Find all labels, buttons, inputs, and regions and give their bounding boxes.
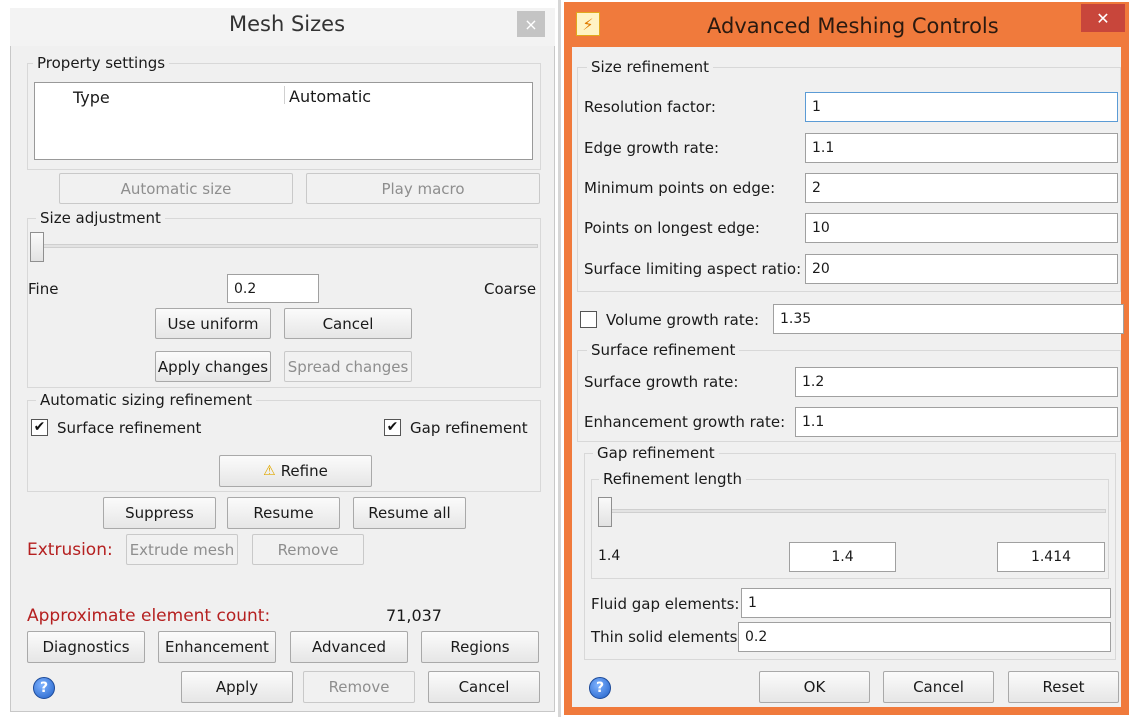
gap-refinement-title: Gap refinement (593, 444, 719, 462)
longest-edge-label: Points on longest edge: (584, 219, 760, 237)
column-header-type: Type (73, 88, 110, 107)
aspect-ratio-label: Surface limiting aspect ratio: (584, 260, 802, 278)
size-refinement-title: Size refinement (587, 58, 714, 76)
size-value-input[interactable]: 0.2 (227, 274, 319, 303)
spread-changes-button[interactable]: Spread changes (284, 351, 412, 382)
auto-refinement-title: Automatic sizing refinement (36, 391, 256, 409)
surface-refinement-checkbox[interactable]: ✔ (31, 419, 48, 436)
resume-button[interactable]: Resume (227, 497, 340, 529)
refinement-slider-thumb[interactable] (598, 497, 612, 527)
refine-button[interactable]: ⚠ Refine (219, 455, 372, 487)
remove-extrusion-button[interactable]: Remove (252, 534, 364, 565)
resolution-factor-input[interactable]: 1 (805, 92, 1118, 122)
size-slider-thumb[interactable] (30, 232, 44, 262)
resume-all-button[interactable]: Resume all (353, 497, 466, 529)
refinement-slider-track[interactable] (598, 509, 1106, 513)
longest-edge-input[interactable]: 10 (805, 213, 1118, 243)
fine-label: Fine (28, 280, 59, 298)
enhancement-button[interactable]: Enhancement (158, 631, 276, 663)
advanced-help-icon[interactable]: ? (589, 677, 611, 699)
fluid-gap-input[interactable]: 1 (741, 588, 1111, 618)
mesh-sizes-title: Mesh Sizes (229, 12, 346, 36)
refine-label: Refine (280, 462, 328, 480)
property-settings-title: Property settings (33, 54, 170, 72)
help-icon[interactable]: ? (33, 677, 55, 699)
resolution-factor-label: Resolution factor: (584, 98, 716, 116)
remove-button[interactable]: Remove (303, 671, 415, 703)
regions-button[interactable]: Regions (421, 631, 539, 663)
ok-button[interactable]: OK (759, 671, 870, 703)
enhancement-growth-label: Enhancement growth rate: (584, 413, 786, 431)
advanced-close-button[interactable]: ✕ (1081, 4, 1125, 32)
cancel-button[interactable]: Cancel (428, 671, 540, 703)
use-uniform-button[interactable]: Use uniform (155, 308, 271, 339)
volume-growth-checkbox[interactable] (580, 311, 597, 328)
fluid-gap-label: Fluid gap elements: (591, 595, 740, 613)
size-slider-track[interactable] (30, 244, 538, 248)
approx-count-label: Approximate element count: (27, 606, 271, 626)
refinement-max-input[interactable]: 1.414 (997, 542, 1105, 572)
automatic-size-button[interactable]: Automatic size (59, 173, 293, 204)
suppress-button[interactable]: Suppress (103, 497, 216, 529)
play-macro-button[interactable]: Play macro (306, 173, 540, 204)
thin-solid-label: Thin solid elements: (591, 628, 743, 646)
size-adjustment-title: Size adjustment (36, 209, 165, 227)
close-icon: × (524, 14, 538, 34)
diagnostics-button[interactable]: Diagnostics (27, 631, 145, 663)
volume-growth-input[interactable]: 1.35 (773, 304, 1124, 334)
warning-icon: ⚠ (263, 463, 276, 479)
close-icon: ✕ (1096, 8, 1110, 28)
surface-refinement-label: Surface refinement (57, 419, 202, 437)
apply-button[interactable]: Apply (181, 671, 293, 703)
apply-changes-button[interactable]: Apply changes (155, 351, 271, 382)
min-points-input[interactable]: 2 (805, 173, 1118, 203)
advanced-button[interactable]: Advanced (290, 631, 408, 663)
volume-growth-label: Volume growth rate: (606, 311, 760, 329)
advanced-cancel-button[interactable]: Cancel (883, 671, 994, 703)
refinement-min-label: 1.4 (598, 548, 621, 564)
enhancement-growth-input[interactable]: 1.1 (795, 407, 1118, 437)
surface-growth-input[interactable]: 1.2 (795, 367, 1118, 397)
app-icon: ⚡ (576, 12, 600, 36)
gap-refinement-checkbox[interactable]: ✔ (384, 419, 401, 436)
refinement-length-title: Refinement length (599, 470, 746, 488)
surface-refinement-title: Surface refinement (587, 341, 740, 359)
column-divider (284, 86, 285, 104)
edge-growth-label: Edge growth rate: (584, 139, 719, 157)
refinement-current-input[interactable]: 1.4 (789, 542, 896, 572)
column-header-automatic: Automatic (289, 87, 372, 106)
coarse-label: Coarse (484, 280, 537, 298)
min-points-label: Minimum points on edge: (584, 179, 776, 197)
aspect-ratio-input[interactable]: 20 (805, 254, 1118, 284)
cancel-size-button[interactable]: Cancel (284, 308, 412, 339)
window-separator (558, 0, 561, 717)
thin-solid-input[interactable]: 0.2 (738, 622, 1111, 652)
approx-count-value: 71,037 (386, 606, 442, 625)
extrusion-label: Extrusion: (27, 540, 113, 560)
gap-refinement-label: Gap refinement (410, 419, 528, 437)
mesh-sizes-close-button[interactable]: × (517, 11, 545, 37)
advanced-meshing-title: Advanced Meshing Controls (707, 14, 999, 38)
extrude-mesh-button[interactable]: Extrude mesh (126, 534, 238, 565)
surface-growth-label: Surface growth rate: (584, 373, 739, 391)
reset-button[interactable]: Reset (1008, 671, 1119, 703)
edge-growth-input[interactable]: 1.1 (805, 133, 1118, 163)
